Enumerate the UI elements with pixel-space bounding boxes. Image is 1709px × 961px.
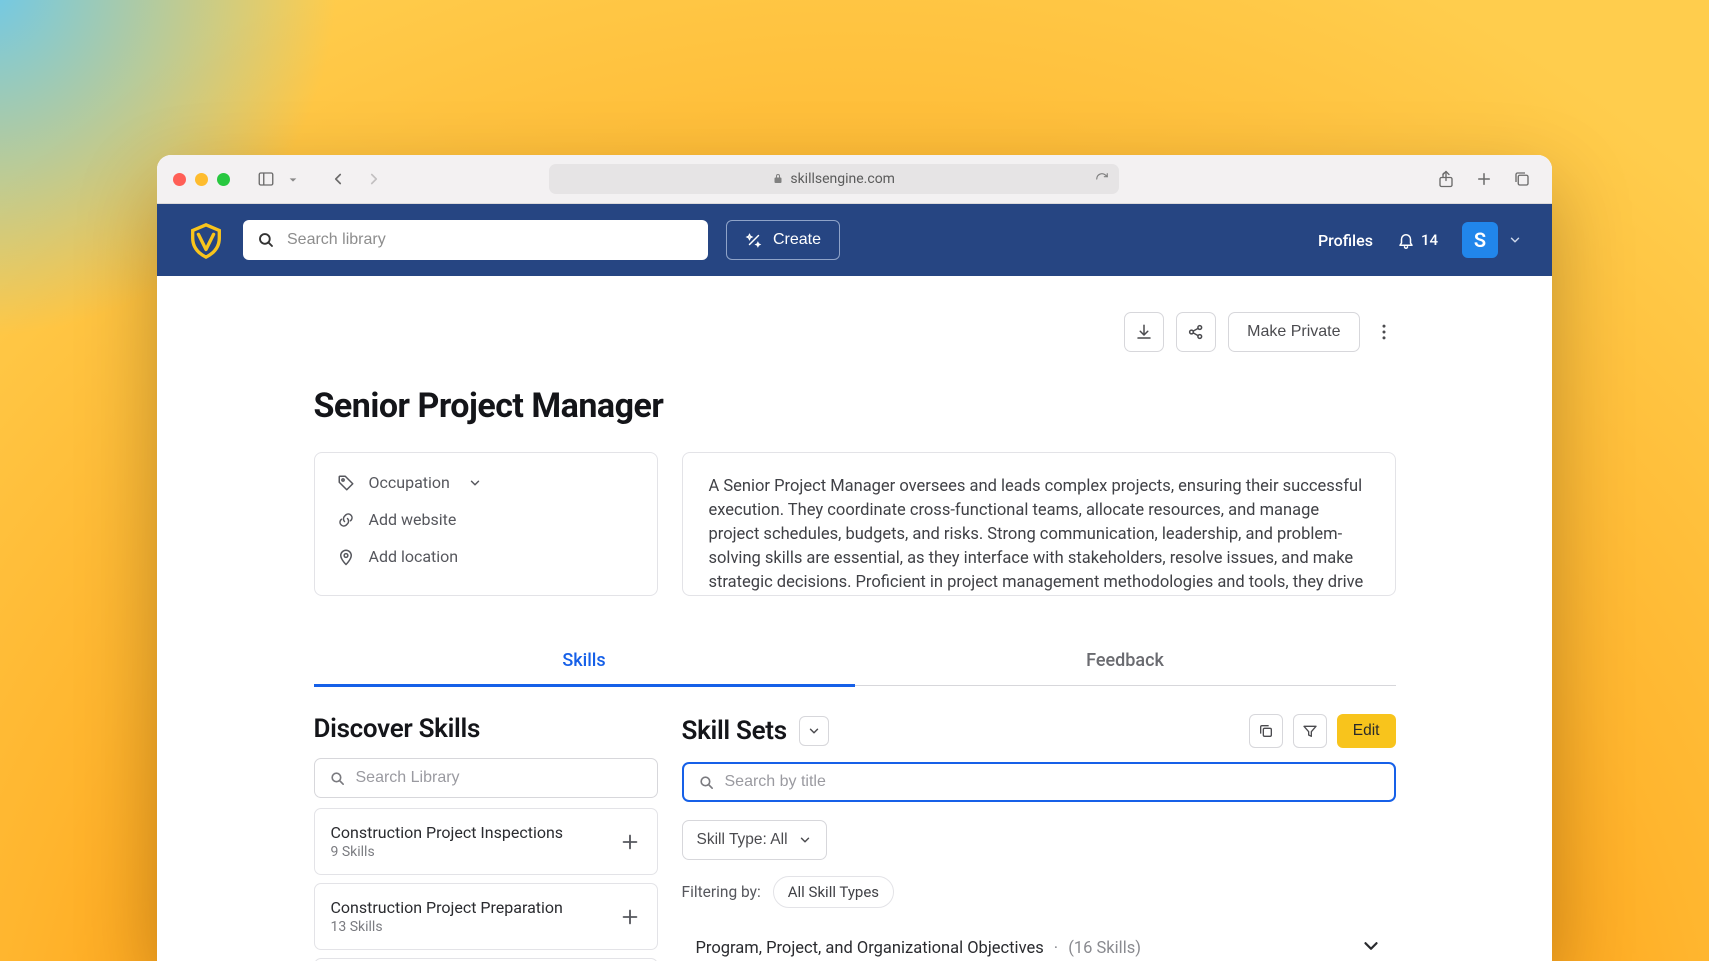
skill-type-dropdown[interactable]: Skill Type: All (682, 820, 827, 860)
add-website-label: Add website (369, 510, 457, 529)
copy-icon (1258, 723, 1274, 739)
discover-item[interactable]: Construction Project Preparation 13 Skil… (314, 883, 658, 950)
chevron-down-icon (798, 833, 812, 847)
app-logo[interactable] (187, 221, 225, 259)
skill-type-label: Skill Type: All (697, 831, 788, 849)
skill-set-count: (16 Skills) (1068, 939, 1141, 958)
tab-feedback[interactable]: Feedback (855, 636, 1396, 685)
chevron-down-icon (807, 724, 821, 738)
browser-window: skillsengine.com (157, 155, 1552, 961)
filter-chip[interactable]: All Skill Types (773, 876, 894, 908)
make-private-button[interactable]: Make Private (1228, 312, 1359, 352)
copy-button[interactable] (1249, 714, 1283, 748)
chevron-down-icon (1360, 935, 1382, 957)
meta-card: Occupation Add website Add location (314, 452, 658, 596)
search-icon (329, 770, 346, 787)
library-search[interactable] (243, 220, 708, 260)
occupation-selector[interactable]: Occupation (337, 473, 635, 492)
sidebar-caret-icon[interactable] (288, 170, 298, 189)
bell-icon (1397, 231, 1415, 249)
add-location-button[interactable]: Add location (337, 547, 635, 566)
action-bar: Make Private (314, 312, 1396, 352)
filter-button[interactable] (1293, 714, 1327, 748)
chevron-down-icon (468, 476, 482, 490)
share-icon[interactable] (1432, 165, 1460, 193)
minimize-window-button[interactable] (195, 173, 208, 186)
account-menu[interactable]: S (1462, 222, 1522, 258)
filter-icon (1302, 723, 1318, 739)
share-button[interactable] (1176, 312, 1216, 352)
library-search-input[interactable] (287, 231, 694, 249)
filter-row: Filtering by: All Skill Types (682, 876, 1396, 908)
link-icon (337, 511, 355, 529)
skill-sets-panel: Skill Sets Edit (682, 714, 1396, 961)
edit-button[interactable]: Edit (1337, 714, 1396, 748)
tabs: Skills Feedback (314, 636, 1396, 686)
discover-item-count: 9 Skills (331, 844, 619, 860)
location-icon (337, 548, 355, 566)
plus-icon[interactable] (619, 906, 641, 928)
page-content: Make Private Senior Project Manager Occu… (157, 276, 1552, 961)
discover-skills-panel: Discover Skills Construction Project Ins… (314, 714, 658, 961)
share-nodes-icon (1187, 323, 1205, 341)
discover-item-name: Construction Project Inspections (331, 823, 619, 842)
search-icon (698, 774, 715, 791)
traffic-lights (173, 173, 230, 186)
plus-icon[interactable] (619, 831, 641, 853)
discover-item-name: Construction Project Preparation (331, 898, 619, 917)
search-icon (257, 231, 275, 249)
tab-skills[interactable]: Skills (314, 636, 855, 685)
skill-set-name: Program, Project, and Organizational Obj… (696, 939, 1044, 958)
notifications-button[interactable]: 14 (1397, 231, 1438, 249)
app-header: Create Profiles 14 S (157, 204, 1552, 276)
discover-item-count: 13 Skills (331, 919, 619, 935)
description-card: A Senior Project Manager oversees and le… (682, 452, 1396, 596)
discover-item[interactable]: Construction Project Inspections 9 Skill… (314, 808, 658, 875)
notification-count: 14 (1421, 231, 1438, 249)
back-button[interactable] (324, 165, 352, 193)
skill-sets-dropdown[interactable] (799, 716, 829, 746)
occupation-label: Occupation (369, 473, 450, 492)
tag-icon (337, 474, 355, 492)
create-button[interactable]: Create (726, 220, 840, 260)
create-button-label: Create (773, 231, 821, 249)
skill-set-row[interactable]: Program, Project, and Organizational Obj… (682, 926, 1396, 961)
download-button[interactable] (1124, 312, 1164, 352)
forward-button[interactable] (360, 165, 388, 193)
download-icon (1135, 323, 1153, 341)
lock-icon (772, 173, 784, 185)
skillsets-search[interactable] (682, 762, 1396, 802)
discover-search-input[interactable] (356, 769, 643, 787)
filter-label: Filtering by: (682, 883, 761, 901)
add-location-label: Add location (369, 547, 459, 566)
new-tab-icon[interactable] (1470, 165, 1498, 193)
description-text: A Senior Project Manager oversees and le… (709, 477, 1364, 596)
tabs-overview-icon[interactable] (1508, 165, 1536, 193)
maximize-window-button[interactable] (217, 173, 230, 186)
skill-sets-heading: Skill Sets (682, 716, 787, 746)
close-window-button[interactable] (173, 173, 186, 186)
browser-chrome: skillsengine.com (157, 155, 1552, 204)
sidebar-toggle-icon[interactable] (252, 165, 280, 193)
more-vertical-icon (1374, 322, 1394, 342)
wand-icon (745, 231, 763, 249)
discover-search[interactable] (314, 758, 658, 798)
avatar: S (1462, 222, 1498, 258)
add-website-button[interactable]: Add website (337, 510, 635, 529)
more-actions-button[interactable] (1372, 322, 1396, 342)
url-text: skillsengine.com (790, 171, 895, 187)
chevron-down-icon (1508, 233, 1522, 247)
page-title: Senior Project Manager (314, 386, 1396, 426)
address-bar[interactable]: skillsengine.com (549, 164, 1119, 194)
reload-icon[interactable] (1095, 172, 1109, 186)
expand-toggle[interactable] (1360, 935, 1382, 961)
skillsets-search-input[interactable] (725, 773, 1380, 791)
discover-skills-heading: Discover Skills (314, 714, 481, 744)
profiles-link[interactable]: Profiles (1318, 231, 1373, 250)
